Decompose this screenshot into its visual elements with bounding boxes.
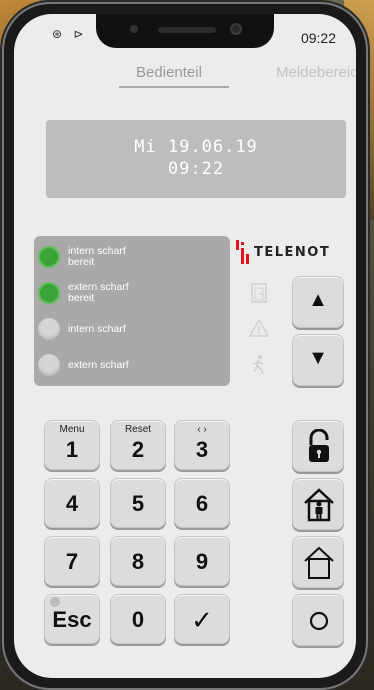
key-0[interactable]: 0 [110, 594, 166, 644]
logo-mark-icon [236, 240, 250, 264]
key-7[interactable]: 7 [44, 536, 100, 586]
key-9[interactable]: 9 [174, 536, 230, 586]
key-1[interactable]: Menu 1 [44, 420, 100, 470]
key-3-label: 3 [195, 437, 209, 462]
esc-indicator-icon [50, 597, 60, 607]
unlock-button[interactable] [292, 420, 344, 472]
key-7-label: 7 [65, 549, 79, 574]
key-0-label: 0 [131, 607, 145, 632]
arrow-up-icon: ▲ [308, 289, 328, 311]
key-4[interactable]: 4 [44, 478, 100, 528]
person-in-house-icon [304, 488, 334, 522]
front-camera-icon [230, 23, 242, 35]
walking-person-icon [248, 354, 270, 376]
lcd-display: Mi 19.06.19 09:22 [46, 120, 346, 198]
key-esc[interactable]: Esc [44, 594, 100, 644]
key-5-label: 5 [131, 491, 145, 516]
key-6-label: 6 [195, 491, 209, 516]
unlock-icon [309, 429, 329, 462]
key-1-sublabel: Menu [59, 424, 85, 435]
door-icon [248, 282, 270, 304]
tab-bedienteil[interactable]: Bedienteil [124, 64, 214, 81]
key-3-sublabel: ‹ › [197, 424, 207, 435]
led-indicator [38, 246, 60, 268]
arrow-up-button[interactable]: ▲ [292, 276, 344, 328]
key-1-label: 1 [65, 437, 79, 462]
house-icon [304, 546, 334, 579]
tab-active-indicator [119, 86, 229, 88]
key-2-sublabel: Reset [124, 424, 152, 435]
led-indicator [38, 318, 60, 340]
circle-button[interactable] [292, 594, 344, 646]
key-ok[interactable]: ✓ [174, 594, 230, 644]
sensor-icon [130, 25, 138, 33]
key-5[interactable]: 5 [110, 478, 166, 528]
status-icons: ⊛ ⊳ [52, 27, 88, 41]
led-row-intern-bereit: intern scharf bereit [38, 242, 228, 272]
led-indicator [38, 282, 60, 304]
status-time: 09:22 [300, 30, 336, 46]
led-row-extern-scharf: extern scharf [38, 350, 228, 380]
led-label: extern scharf bereit [68, 282, 129, 304]
arrow-down-icon: ▼ [308, 347, 328, 369]
warning-triangle-icon [248, 318, 270, 340]
checkmark-icon: ✓ [191, 605, 213, 635]
led-row-intern-scharf: intern scharf [38, 314, 228, 344]
led-indicator [38, 354, 60, 376]
led-label: extern scharf [68, 358, 129, 371]
key-3[interactable]: ‹ › 3 [174, 420, 230, 470]
led-label: intern scharf [68, 322, 126, 335]
key-8[interactable]: 8 [110, 536, 166, 586]
key-2-label: 2 [131, 437, 145, 462]
key-9-label: 9 [195, 549, 209, 574]
key-4-label: 4 [65, 491, 79, 516]
led-panel: intern scharf bereit extern scharf berei… [34, 236, 230, 386]
person-in-house-button[interactable] [292, 478, 344, 530]
telenot-logo: TELENOT [236, 240, 330, 264]
led-label: intern scharf bereit [68, 246, 126, 268]
screen: ⊛ ⊳ 09:22 Bedienteil Meldebereich Mi 19.… [14, 14, 356, 678]
key-8-label: 8 [131, 549, 145, 574]
display-date: Mi 19.06.19 [134, 137, 258, 157]
key-6[interactable]: 6 [174, 478, 230, 528]
circle-icon [309, 611, 329, 631]
led-row-extern-bereit: extern scharf bereit [38, 278, 228, 308]
logo-text: TELENOT [254, 244, 331, 260]
led-label-line2: bereit [68, 292, 95, 304]
speaker-grille [158, 27, 216, 33]
phone-frame: ⊛ ⊳ 09:22 Bedienteil Meldebereich Mi 19.… [4, 4, 366, 688]
house-button[interactable] [292, 536, 344, 588]
key-esc-label: Esc [52, 607, 92, 632]
key-2[interactable]: Reset 2 [110, 420, 166, 470]
tab-meldebereich[interactable]: Meldebereich [276, 64, 356, 81]
led-label-line2: bereit [68, 256, 95, 268]
arrow-down-button[interactable]: ▼ [292, 334, 344, 386]
notch [96, 14, 274, 48]
display-time: 09:22 [167, 159, 225, 179]
